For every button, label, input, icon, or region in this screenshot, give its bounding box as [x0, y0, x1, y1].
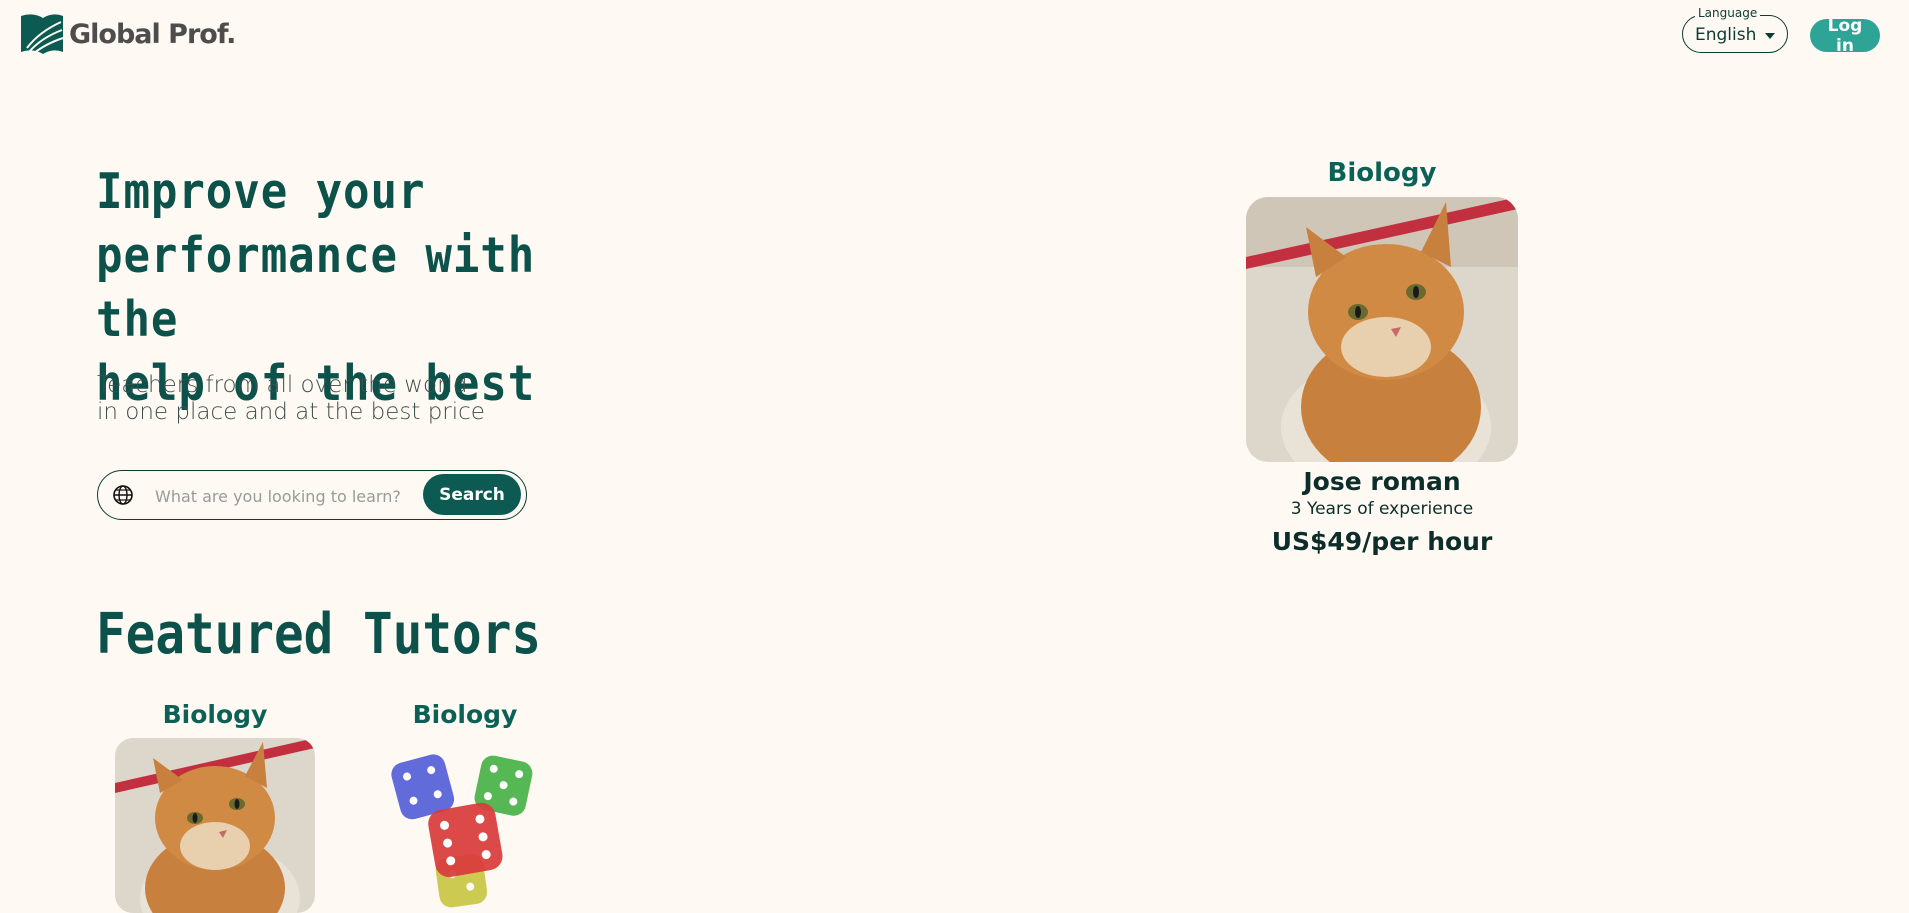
logo[interactable]: Global Prof. — [19, 12, 236, 56]
tutor-name: Jose roman — [1303, 467, 1461, 496]
tutor-photo[interactable] — [365, 738, 565, 913]
tutor-card[interactable]: Biology — [365, 700, 565, 913]
dice-photo-icon — [365, 738, 565, 913]
tutor-subject: Biology — [162, 700, 268, 729]
language-label: Language — [1695, 6, 1761, 20]
tutor-price: US$49/per hour — [1271, 527, 1493, 556]
language-value: English — [1695, 25, 1757, 45]
cat-photo-icon — [1246, 197, 1518, 462]
language-select[interactable]: Language English — [1682, 6, 1788, 53]
search-input[interactable] — [153, 481, 417, 511]
search-button[interactable]: Search — [423, 474, 521, 515]
login-button[interactable]: Log in — [1810, 16, 1880, 56]
tutor-experience: 3 Years of experience — [1290, 499, 1474, 519]
tutor-subject: Biology — [1327, 158, 1437, 188]
featured-tutors-heading: Featured Tutors — [96, 602, 542, 667]
header: Global Prof. Language English Log in — [0, 0, 1909, 80]
tutor-subject: Biology — [412, 700, 518, 729]
hero-title-line: Improve your — [96, 163, 426, 220]
cat-photo-icon — [115, 738, 315, 913]
caret-down-icon — [1765, 33, 1775, 39]
hero-subtitle: Teachers from all over the world in one … — [97, 372, 547, 426]
hero-subtitle-line: in one place and at the best price — [97, 399, 485, 425]
book-logo-icon — [21, 14, 64, 55]
hero-subtitle-line: Teachers from all over the world — [97, 372, 468, 398]
tutor-card-featured[interactable]: Biology Jose roman 3 Years of experience… — [1246, 155, 1518, 565]
globe-icon — [113, 485, 133, 505]
tutor-photo[interactable] — [1246, 197, 1518, 462]
tutor-card[interactable]: Biology — [115, 700, 315, 913]
search-bar: Search — [97, 470, 527, 520]
brand-name: Global Prof. — [69, 18, 236, 50]
hero-title-line: performance with the — [96, 227, 536, 348]
tutor-photo[interactable] — [115, 738, 315, 913]
